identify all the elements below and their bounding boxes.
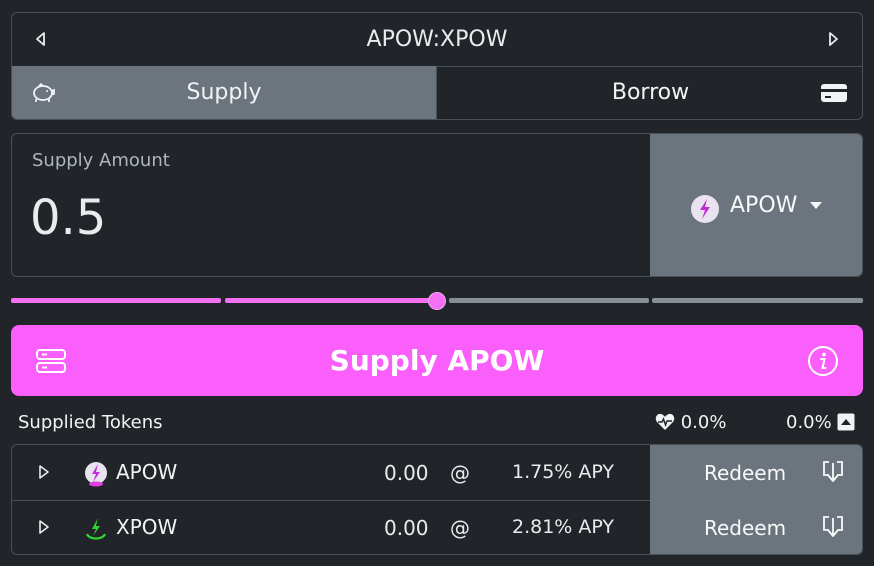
supply-button[interactable]: Supply APOW <box>11 325 863 396</box>
redeem-button[interactable]: Redeem <box>650 500 862 554</box>
caret-down-icon <box>810 202 822 209</box>
credit-card-icon <box>821 84 847 102</box>
at-symbol: @ <box>450 461 470 485</box>
supply-amount-label: Supply Amount <box>32 150 170 171</box>
redeem-button[interactable]: Redeem <box>650 445 862 500</box>
tab-borrow[interactable]: Borrow <box>437 66 862 119</box>
pair-header: APOW:XPOW <box>12 13 862 67</box>
slider-segment <box>652 298 863 303</box>
slider-segment <box>449 298 649 303</box>
supplied-percent: 0.0% <box>786 412 855 433</box>
apow-token-icon <box>85 462 107 487</box>
sort-toggle-icon[interactable] <box>837 413 855 431</box>
token-select-label: APOW <box>730 193 798 218</box>
heart-pulse-icon <box>655 413 675 430</box>
health-indicator: 0.0% <box>655 412 726 433</box>
at-symbol: @ <box>450 516 470 540</box>
supplied-tokens-table: APOW 0.00 @ 1.75% APY Redeem XPOW 0.00 @… <box>11 444 863 555</box>
health-value: 0.0% <box>680 412 727 433</box>
expand-icon[interactable] <box>38 464 50 480</box>
slider-segment <box>225 298 437 303</box>
amount-slider[interactable] <box>11 292 863 310</box>
supply-amount-panel: Supply Amount APOW <box>11 133 863 277</box>
download-icon <box>823 516 843 537</box>
supply-amount-input[interactable] <box>30 188 610 248</box>
download-icon <box>823 461 843 482</box>
expand-icon[interactable] <box>38 519 50 535</box>
slider-thumb[interactable] <box>428 292 446 310</box>
token-apy: 1.75% APY <box>512 461 615 483</box>
supplied-percent-value: 0.0% <box>786 412 832 433</box>
redeem-button-label: Redeem <box>704 461 787 485</box>
tab-supply[interactable]: Supply <box>12 66 437 119</box>
slider-segment <box>11 298 221 303</box>
info-icon[interactable] <box>807 345 839 377</box>
token-amount: 0.00 <box>384 516 429 540</box>
redeem-button-label: Redeem <box>704 516 787 540</box>
token-amount: 0.00 <box>384 461 429 485</box>
apow-token-icon <box>691 195 719 223</box>
chevron-right-icon[interactable] <box>823 29 843 49</box>
xpow-token-icon <box>85 518 107 540</box>
pair-tabs-panel: APOW:XPOW Supply Borrow <box>11 12 863 120</box>
token-select-dropdown[interactable]: APOW <box>650 134 862 276</box>
supply-button-label: Supply APOW <box>329 344 545 377</box>
tab-supply-label: Supply <box>186 80 262 105</box>
token-name: APOW <box>116 460 178 484</box>
token-name: XPOW <box>116 515 178 539</box>
tab-borrow-label: Borrow <box>611 80 690 105</box>
table-row: XPOW 0.00 @ 2.81% APY Redeem <box>12 500 862 554</box>
token-apy: 2.81% APY <box>512 516 615 538</box>
supplied-tokens-title: Supplied Tokens <box>18 412 163 433</box>
table-row: APOW 0.00 @ 1.75% APY Redeem <box>12 445 862 501</box>
pair-title: APOW:XPOW <box>366 27 508 52</box>
